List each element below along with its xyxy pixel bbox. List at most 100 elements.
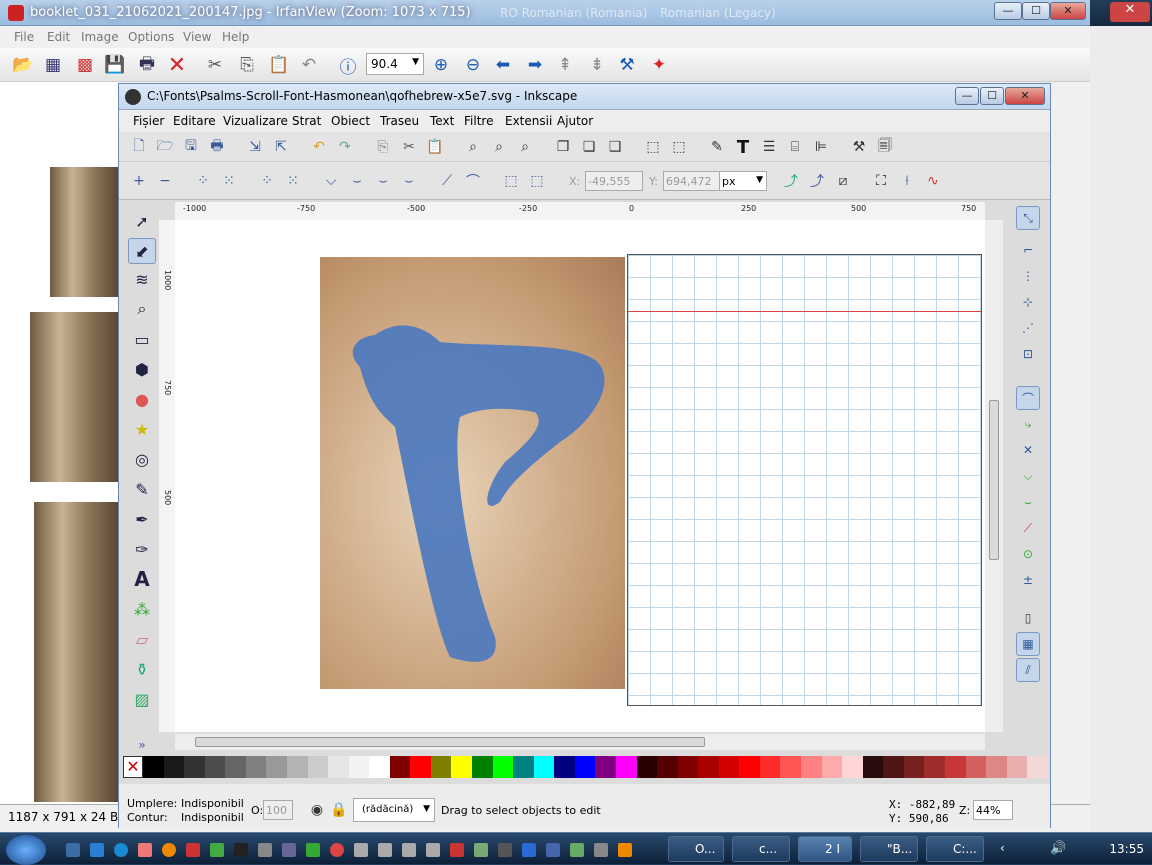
color-swatch[interactable] xyxy=(1006,756,1028,778)
show-path-icon[interactable]: ⟊ xyxy=(897,171,917,191)
zoom-field[interactable]: 44% xyxy=(973,800,1013,820)
vlc-icon[interactable] xyxy=(618,843,632,857)
undo-icon[interactable]: ↶ xyxy=(309,137,329,157)
node-symmetric-icon[interactable]: ⌣ xyxy=(373,171,393,191)
snap-rotation-icon[interactable]: ± xyxy=(1016,568,1040,592)
snap-page-icon[interactable]: ▯ xyxy=(1016,606,1040,630)
import-icon[interactable]: ⇲ xyxy=(245,137,265,157)
menu-help[interactable]: Help xyxy=(222,30,249,44)
color-swatch[interactable] xyxy=(944,756,966,778)
last-page-icon[interactable]: ⇟ xyxy=(586,54,608,76)
thumbnails-icon[interactable]: ▩ xyxy=(74,54,96,76)
3d-box-tool-icon[interactable]: ⬢ xyxy=(128,356,156,382)
quicklaunch-icon[interactable] xyxy=(570,843,584,857)
snap-midpoint-icon[interactable]: ⟋ xyxy=(1016,516,1040,540)
snap-smooth-icon[interactable]: ⌣ xyxy=(1016,490,1040,514)
snap-enable-icon[interactable]: ⤡ xyxy=(1016,206,1040,230)
quicklaunch-icon[interactable] xyxy=(474,843,488,857)
save-icon[interactable]: 🖫 xyxy=(181,137,201,157)
delete-segment-icon[interactable]: ⁙ xyxy=(283,171,303,191)
zoom-page-icon[interactable]: ⌕ xyxy=(515,137,535,157)
snap-intersection-icon[interactable]: ✕ xyxy=(1016,438,1040,462)
color-swatch[interactable] xyxy=(348,756,370,778)
color-swatch[interactable] xyxy=(657,756,678,778)
color-swatch[interactable] xyxy=(636,756,658,778)
save-icon[interactable]: 💾 xyxy=(104,54,126,76)
bucket-tool-icon[interactable]: ⚱ xyxy=(128,656,156,682)
task-button[interactable]: c... xyxy=(732,836,790,862)
task-button[interactable]: "B... xyxy=(860,836,918,862)
undo-icon[interactable]: ↶ xyxy=(298,54,320,76)
guide-line[interactable] xyxy=(628,311,981,312)
maximize-button[interactable]: ☐ xyxy=(1022,2,1050,20)
copy-icon[interactable]: ⎘ xyxy=(373,137,393,157)
redo-icon[interactable]: ↷ xyxy=(335,137,355,157)
snap-bbox-icon[interactable]: ⌐ xyxy=(1016,238,1040,262)
vertical-scrollbar[interactable] xyxy=(985,220,1003,732)
color-swatch[interactable] xyxy=(225,756,246,778)
color-swatch[interactable] xyxy=(1027,756,1048,778)
task-button[interactable]: C:... xyxy=(926,836,984,862)
firefox-icon[interactable] xyxy=(162,843,176,857)
color-swatch[interactable] xyxy=(554,756,575,778)
transform-handles-icon[interactable]: ⛶ xyxy=(871,171,891,191)
unlink-clone-icon[interactable]: ❑ xyxy=(605,137,625,157)
color-swatch[interactable] xyxy=(924,756,945,778)
color-swatch[interactable] xyxy=(389,756,411,778)
color-swatch[interactable] xyxy=(307,756,329,778)
layers-icon[interactable]: ☰ xyxy=(759,137,779,157)
copy-icon[interactable]: ⎘ xyxy=(236,54,258,76)
vertical-scroll-thumb[interactable] xyxy=(989,400,999,560)
snap-grid-icon[interactable]: ▦ xyxy=(1016,632,1040,656)
start-button[interactable] xyxy=(6,835,46,865)
color-swatch[interactable] xyxy=(451,756,472,778)
menu-ajutor[interactable]: Ajutor xyxy=(557,114,593,128)
settings-icon[interactable]: ⚒ xyxy=(616,54,638,76)
menu-traseu[interactable]: Traseu xyxy=(380,114,419,128)
keyboard-variant[interactable]: Romanian (Legacy) xyxy=(660,6,776,20)
quicklaunch-icon[interactable] xyxy=(522,843,536,857)
zoom-combo[interactable]: 90.4 ▼ xyxy=(366,53,424,75)
page-grid[interactable] xyxy=(627,254,982,706)
color-swatch[interactable] xyxy=(842,756,863,778)
calligraphy-tool-icon[interactable]: ✑ xyxy=(128,536,156,562)
quicklaunch-icon[interactable] xyxy=(90,843,104,857)
color-swatch[interactable] xyxy=(204,756,226,778)
x-field[interactable]: -49,555 xyxy=(585,171,643,191)
cut-icon[interactable]: ✂ xyxy=(204,54,226,76)
eye-icon[interactable]: ◉ xyxy=(307,800,327,820)
menu-options[interactable]: Options xyxy=(128,30,174,44)
task-button[interactable]: O... xyxy=(668,836,724,862)
edit-clip-icon[interactable]: ⧄ xyxy=(833,171,853,191)
spiral-tool-icon[interactable]: ◎ xyxy=(128,446,156,472)
color-swatch[interactable] xyxy=(883,756,904,778)
document-properties-icon[interactable]: 🗐 xyxy=(875,137,895,157)
color-swatch[interactable] xyxy=(328,756,349,778)
snap-bbox-center-icon[interactable]: ⊡ xyxy=(1016,342,1040,366)
text-font-icon[interactable]: T xyxy=(733,137,753,158)
unit-select[interactable]: px ▼ xyxy=(719,171,767,191)
more-tools-icon[interactable]: » xyxy=(128,732,156,758)
close-button[interactable]: ✕ xyxy=(1050,2,1086,20)
color-swatch[interactable] xyxy=(698,756,719,778)
zoom-selection-icon[interactable]: ⌕ xyxy=(463,137,483,157)
node-cusp-icon[interactable]: ⌵ xyxy=(321,171,341,191)
reference-image[interactable] xyxy=(320,257,625,689)
qof-glyph[interactable] xyxy=(320,257,625,689)
join-nodes-icon[interactable]: ⁘ xyxy=(193,171,213,191)
color-swatch[interactable] xyxy=(472,756,493,778)
delete-node-icon[interactable]: − xyxy=(155,171,175,191)
clock[interactable]: 13:55 xyxy=(1109,842,1144,856)
color-swatch[interactable] xyxy=(759,756,781,778)
segment-line-icon[interactable]: ⟋ xyxy=(437,171,457,191)
color-swatch[interactable] xyxy=(410,756,431,778)
segment-curve-icon[interactable]: ⌒ xyxy=(463,171,483,191)
quicklaunch-icon[interactable] xyxy=(258,843,272,857)
color-swatch[interactable] xyxy=(862,756,884,778)
quicklaunch-icon[interactable] xyxy=(546,843,560,857)
color-swatch[interactable] xyxy=(286,756,308,778)
color-swatch[interactable] xyxy=(163,756,185,778)
object-to-path-icon[interactable]: ⬚ xyxy=(501,171,521,191)
zoom-drawing-icon[interactable]: ⌕ xyxy=(489,137,509,157)
color-swatch[interactable] xyxy=(986,756,1007,778)
